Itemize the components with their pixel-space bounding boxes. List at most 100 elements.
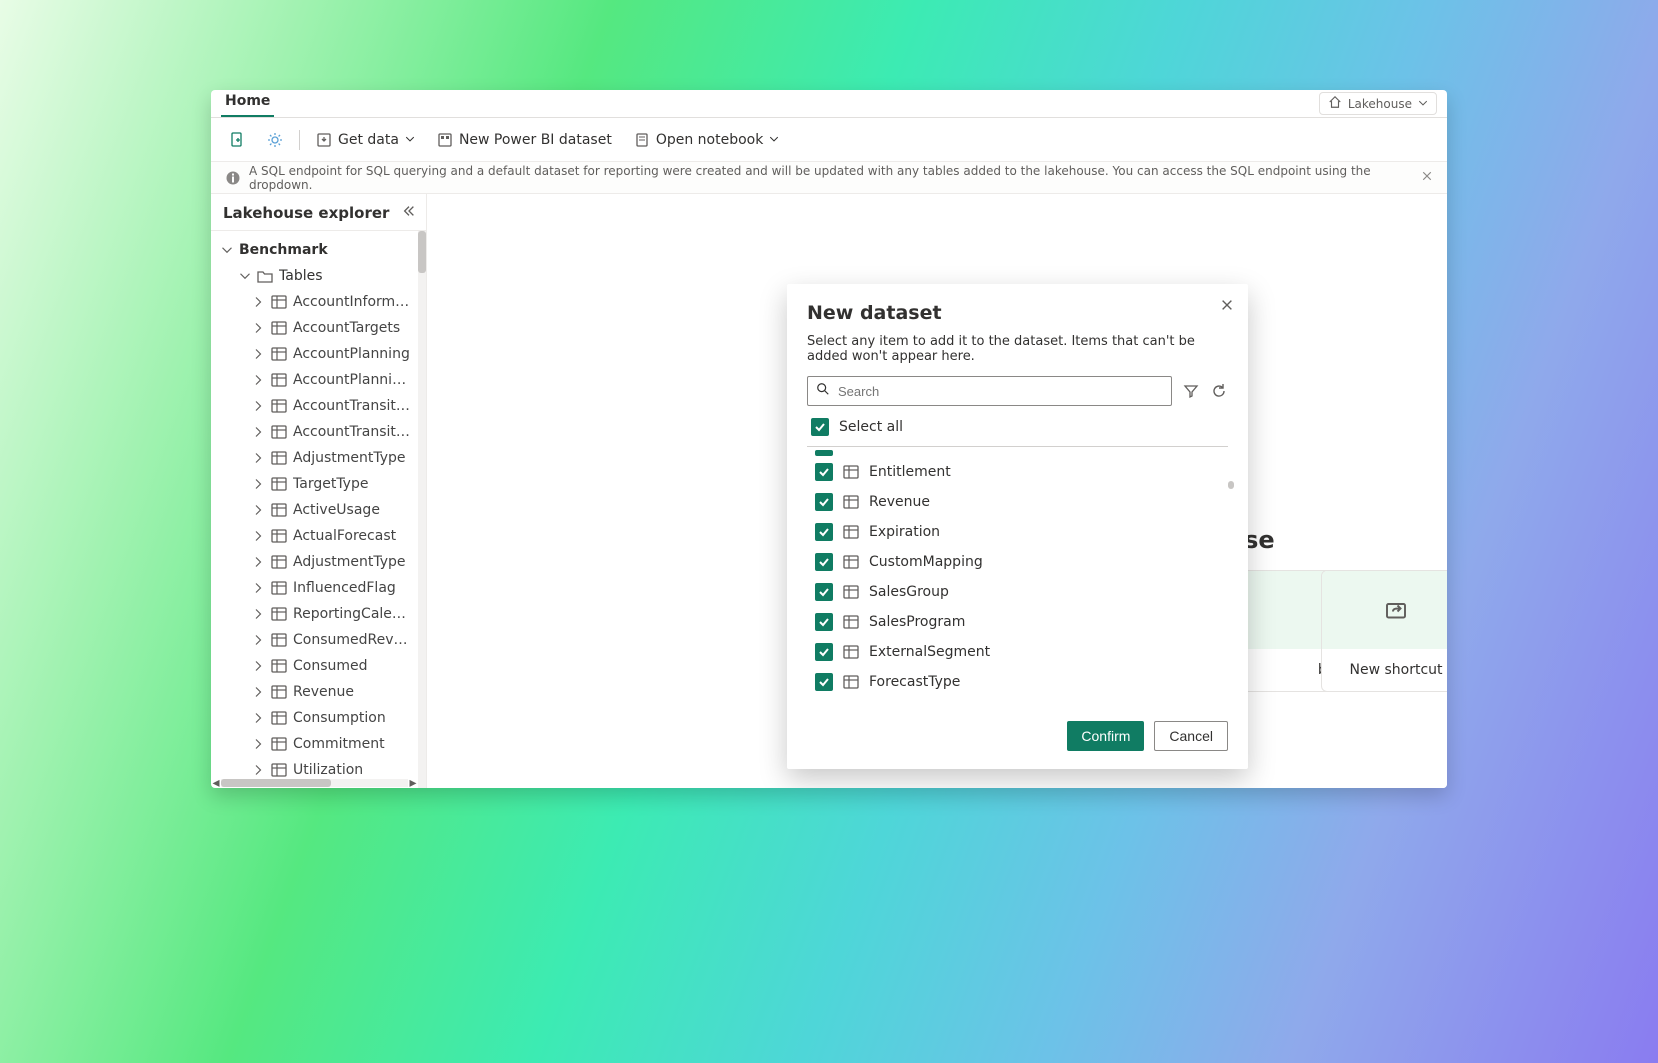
item-checkbox[interactable] [815,553,833,571]
tree-table-item[interactable]: TargetType [211,471,418,497]
tree-table-label: InfluencedFlag [293,580,412,596]
tree-table-item[interactable]: AccountInformation [211,289,418,315]
tree-root-label: Benchmark [239,242,412,258]
tree-table-item[interactable]: ActualForecast [211,523,418,549]
table-icon [271,320,287,336]
chevron-down-icon [239,270,251,282]
filter-button[interactable] [1182,382,1200,400]
tree-scrollbar-vertical[interactable] [418,231,426,788]
list-item[interactable]: Revenue [815,487,1228,517]
table-icon [271,424,287,440]
tile-new-shortcut[interactable]: New shortcut [1321,570,1447,692]
search-box[interactable] [807,376,1172,406]
scroll-left-button[interactable]: ◂ [211,778,221,788]
tree-table-item[interactable]: AccountTransitionPulseSu [211,419,418,445]
tree-table-item[interactable]: AdjustmentType [211,549,418,575]
cancel-button[interactable]: Cancel [1154,721,1228,751]
tree-table-item[interactable]: AccountTargets [211,315,418,341]
explorer-tree[interactable]: Benchmark Tables AccountInformation Accou… [211,231,418,788]
tree-tables-folder[interactable]: Tables [211,263,418,289]
workspace-selector[interactable]: Lakehouse [1319,92,1437,115]
list-item[interactable]: ExternalSegment [815,637,1228,667]
list-item[interactable]: SalesGroup [815,577,1228,607]
tree-table-item[interactable]: AccountTransition [211,393,418,419]
item-checkbox[interactable] [815,493,833,511]
item-checkbox[interactable] [815,523,833,541]
table-icon [271,502,287,518]
item-label: Revenue [869,494,930,510]
body: Lakehouse explorer Benchmark Tables Acco… [211,194,1447,788]
table-icon [271,346,287,362]
scrollbar-track[interactable] [221,779,408,787]
open-notebook-button[interactable]: Open notebook [628,128,786,152]
tree-table-item[interactable]: InfluencedFlag [211,575,418,601]
list-item[interactable]: ForecastType [815,667,1228,697]
tree-table-label: AccountInformation [293,294,412,310]
table-icon [271,736,287,752]
scrollbar-thumb[interactable] [418,231,426,273]
table-icon [271,372,287,388]
refresh-button[interactable] [1210,382,1228,400]
settings-button[interactable] [261,128,289,152]
tree-table-label: ActiveUsage [293,502,412,518]
tab-home[interactable]: Home [221,90,274,117]
tree-table-item[interactable]: Revenue [211,679,418,705]
toolbar-divider [299,130,300,150]
item-checkbox[interactable] [815,583,833,601]
chevron-right-icon [253,478,265,490]
tree-table-item[interactable]: Consumption [211,705,418,731]
item-checkbox[interactable] [815,613,833,631]
table-icon [843,584,859,600]
select-all-row[interactable]: Select all [807,414,1228,447]
new-dataset-button[interactable]: New Power BI dataset [431,128,618,152]
item-label: SalesGroup [869,584,949,600]
list-item[interactable]: SalesProgram [815,607,1228,637]
tile-icon-area [1322,571,1447,649]
table-icon [271,528,287,544]
scrollbar-thumb[interactable] [221,779,331,787]
table-icon [843,644,859,660]
chevron-down-icon [221,244,233,256]
sidebar-title: Lakehouse explorer [223,204,389,222]
confirm-button[interactable]: Confirm [1067,721,1144,751]
tree-root[interactable]: Benchmark [211,237,418,263]
tree-table-item[interactable]: ActiveUsage [211,497,418,523]
chevron-right-icon [253,712,265,724]
list-item[interactable]: Expiration [815,517,1228,547]
dialog-close-button[interactable] [1220,298,1234,316]
item-label: ForecastType [869,674,960,690]
scroll-right-button[interactable]: ▸ [408,778,418,788]
table-icon [271,398,287,414]
tree-table-item[interactable]: ReportingCalendar [211,601,418,627]
list-item[interactable]: CustomMapping [815,547,1228,577]
info-close-button[interactable] [1421,170,1433,185]
list-scrollbar-thumb[interactable] [1228,481,1234,489]
chevron-right-icon [253,348,265,360]
get-data-button[interactable]: Get data [310,128,421,152]
dialog-item-list[interactable]: Entitlement Revenue ExpirationCustomMappin… [807,447,1228,699]
select-all-label: Select all [839,419,903,435]
sidebar-collapse-button[interactable] [402,204,416,222]
notebook-icon [634,132,650,148]
search-icon [816,382,830,400]
tree-table-item[interactable]: ConsumedRevenue [211,627,418,653]
tree-scrollbar-horizontal[interactable]: ◂ ▸ [211,778,418,788]
tree-table-label: AccountTransitionPulseSu [293,424,412,440]
item-checkbox[interactable] [815,673,833,691]
new-file-button[interactable] [223,128,251,152]
search-input[interactable] [836,383,1163,400]
chevron-right-icon [253,530,265,542]
tree-table-label: Consumption [293,710,412,726]
chevron-right-icon [253,608,265,620]
item-checkbox[interactable] [815,450,833,456]
tree-table-item[interactable]: Commitment [211,731,418,757]
tree-table-item[interactable]: AdjustmentType [211,445,418,471]
tree-table-item[interactable]: AccountPlanning [211,341,418,367]
item-checkbox[interactable] [815,463,833,481]
tree-table-item[interactable]: AccountPlanningParticipa [211,367,418,393]
tree-tables-label: Tables [279,268,412,284]
list-item[interactable]: Entitlement [815,457,1228,487]
select-all-checkbox[interactable] [811,418,829,436]
item-checkbox[interactable] [815,643,833,661]
tree-table-item[interactable]: Consumed [211,653,418,679]
